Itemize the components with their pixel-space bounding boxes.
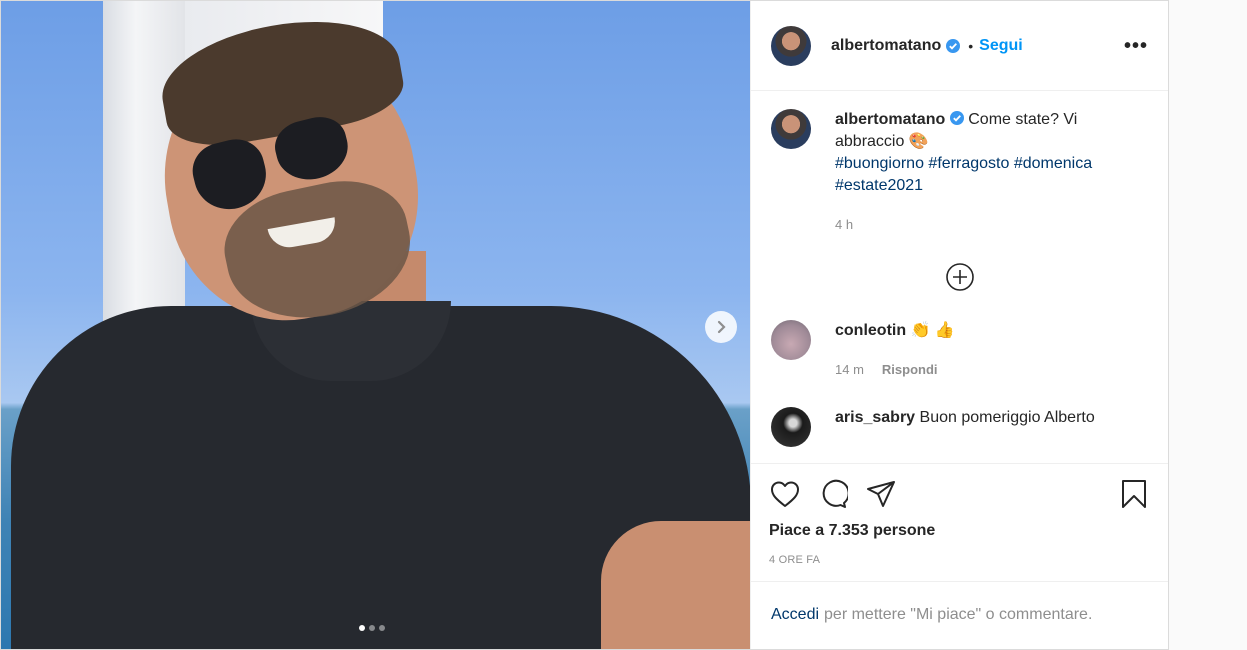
share-icon[interactable] <box>865 478 897 510</box>
chevron-right-icon <box>717 320 726 334</box>
caption: albertomatano Come state? Vi abbraccio 🎨 … <box>771 109 1148 236</box>
action-icons <box>769 478 1150 510</box>
post-sidebar: albertomatano • Segui ••• albertomatano C… <box>750 1 1168 649</box>
comment-item: aris_sabry Buon pomeriggio Alberto <box>771 407 1148 447</box>
post-image[interactable] <box>1 1 750 649</box>
heart-icon[interactable] <box>769 478 801 510</box>
carousel-next-button[interactable] <box>705 311 737 343</box>
commenter-avatar[interactable] <box>771 407 811 447</box>
arm <box>601 521 750 649</box>
hashtag-link[interactable]: #buongiorno <box>835 155 924 172</box>
more-icon[interactable]: ••• <box>1124 36 1148 56</box>
author-username[interactable]: albertomatano <box>831 37 941 55</box>
hashtag-link[interactable]: #ferragosto <box>928 155 1009 172</box>
comment-username[interactable]: aris_sabry <box>835 409 915 426</box>
hashtag-link[interactable]: #estate2021 <box>835 177 923 194</box>
carousel-dot-1 <box>359 625 365 631</box>
load-more-comments <box>771 262 1148 292</box>
post-frame: albertomatano • Segui ••• albertomatano C… <box>0 0 1169 650</box>
carousel-dot-3 <box>379 625 385 631</box>
login-prompt: Accedi per mettere "Mi piace" o commenta… <box>751 581 1168 648</box>
comment-body: aris_sabry Buon pomeriggio Alberto <box>835 407 1125 447</box>
post-actions: Piace a 7.353 persone 4 ORE FA <box>751 463 1168 581</box>
login-prompt-text: per mettere "Mi piace" o commentare. <box>824 606 1093 623</box>
comment-text: Buon pomeriggio Alberto <box>919 409 1095 426</box>
comments-section: albertomatano Come state? Vi abbraccio 🎨 … <box>751 91 1168 463</box>
hashtag-link[interactable]: #domenica <box>1014 155 1092 172</box>
caption-age: 4 h <box>835 217 854 232</box>
add-circle-icon[interactable] <box>945 262 975 292</box>
comment-meta: 14 m Rispondi <box>835 359 1125 381</box>
commenter-avatar[interactable] <box>771 320 811 360</box>
caption-meta: 4 h <box>835 214 1125 236</box>
follow-button[interactable]: Segui <box>979 37 1023 55</box>
comment-text: 👏 👍 <box>910 322 955 339</box>
comment-body: conleotin 👏 👍 14 m Rispondi <box>835 320 1125 381</box>
post-header: albertomatano • Segui ••• <box>751 1 1168 91</box>
likes-count[interactable]: Piace a 7.353 persone <box>769 522 1150 540</box>
caption-avatar[interactable] <box>771 109 811 149</box>
comment-age: 14 m <box>835 362 864 377</box>
post-timestamp: 4 ORE FA <box>769 554 821 566</box>
carousel-dot-2 <box>369 625 375 631</box>
caption-username[interactable]: albertomatano <box>835 111 945 128</box>
author-avatar[interactable] <box>771 25 811 66</box>
bookmark-icon[interactable] <box>1118 478 1150 510</box>
login-link[interactable]: Accedi <box>771 606 819 624</box>
comment-icon[interactable] <box>817 478 849 510</box>
header-separator: • <box>968 37 974 54</box>
verified-icon <box>946 38 961 53</box>
verified-icon <box>950 111 965 125</box>
comment-item: conleotin 👏 👍 14 m Rispondi <box>771 320 1148 381</box>
carousel-dots <box>359 625 385 631</box>
comment-username[interactable]: conleotin <box>835 322 906 339</box>
reply-button[interactable]: Rispondi <box>882 359 938 381</box>
caption-body: albertomatano Come state? Vi abbraccio 🎨 … <box>835 109 1125 236</box>
